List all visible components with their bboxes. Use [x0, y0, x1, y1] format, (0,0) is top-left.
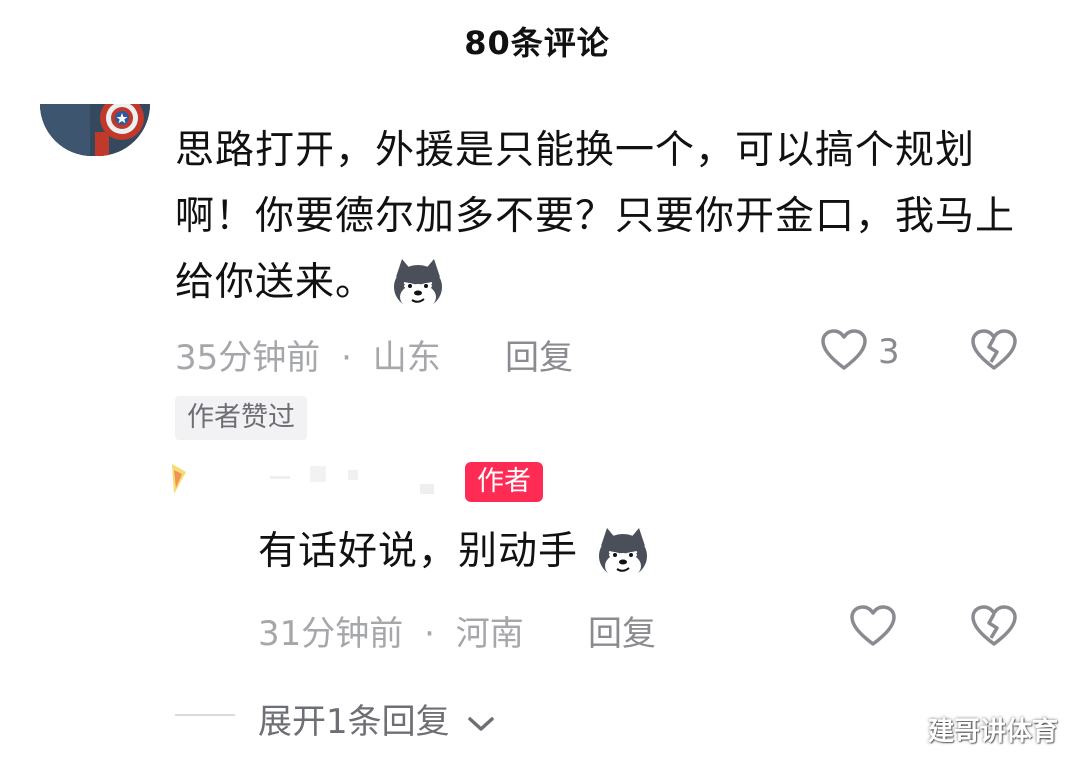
like-count: 3: [878, 332, 900, 372]
reply-text: 有话好说，别动手: [258, 529, 579, 574]
comment-meta: 35分钟前 · 山东: [175, 330, 441, 379]
broken-heart-icon: [971, 605, 1017, 646]
heart-icon: [850, 605, 896, 646]
husky-emoji-icon: [388, 255, 448, 315]
expand-replies-button[interactable]: 展开1条回复: [258, 694, 496, 743]
comment-text: 思路打开，外援是只能换一个，可以搞个规划啊！你要德尔加多不要？只要你开金口，我马…: [175, 128, 1016, 305]
comment-location: 山东: [372, 338, 441, 378]
avatar-image: [40, 104, 150, 156]
broken-heart-icon: [971, 329, 1017, 370]
comment-body: 思路打开，外援是只能换一个，可以搞个规划啊！你要德尔加多不要？只要你开金口，我马…: [175, 118, 1015, 316]
chevron-down-icon: [468, 716, 495, 731]
like-button[interactable]: [820, 328, 868, 376]
expand-divider: [175, 714, 235, 716]
heart-icon: [821, 329, 867, 370]
reply-like-button[interactable]: [849, 604, 897, 652]
reply-dislike-button[interactable]: [970, 604, 1018, 652]
comment-time: 35分钟前: [175, 338, 321, 378]
dislike-button[interactable]: [970, 328, 1018, 376]
reply-avatar[interactable]: [168, 462, 190, 496]
reply-body: 有话好说，别动手: [258, 522, 655, 584]
meta-separator: ·: [341, 338, 352, 378]
reply-location: 河南: [455, 614, 524, 654]
meta-separator: ·: [424, 614, 435, 654]
user-avatar[interactable]: [40, 104, 150, 156]
reply-time: 31分钟前: [258, 614, 404, 654]
comments-title: 80条评论: [464, 24, 610, 62]
author-tag: 作者: [465, 462, 543, 502]
husky-emoji-icon: [591, 524, 655, 584]
reply-meta: 31分钟前 · 河南: [258, 606, 524, 655]
watermark: 建哥讲体育: [927, 717, 1058, 747]
reply-reply-button[interactable]: 回复: [588, 606, 656, 655]
author-liked-badge: 作者赞过: [175, 396, 307, 440]
reply-author-name-blurred[interactable]: [270, 462, 445, 498]
reply-avatar-image: [172, 464, 186, 494]
reply-button[interactable]: 回复: [505, 330, 573, 379]
blurred-name-mask: [270, 466, 434, 494]
expand-replies-label: 展开1条回复: [258, 702, 450, 742]
